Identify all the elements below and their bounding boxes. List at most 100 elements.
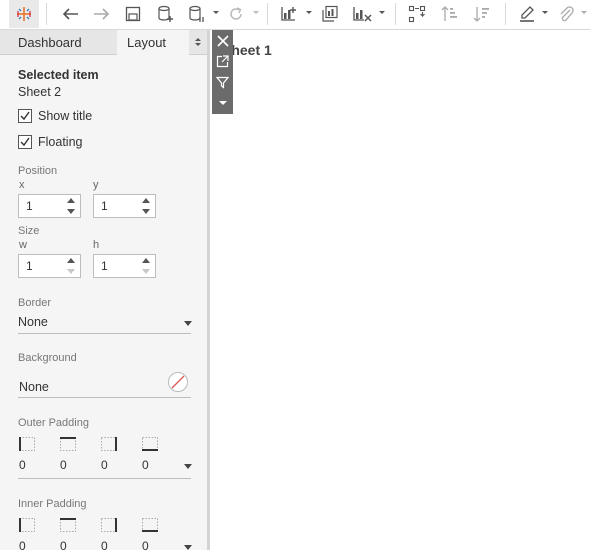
w-increment-icon[interactable] bbox=[62, 255, 80, 266]
pad-right-icon bbox=[101, 518, 117, 532]
chevron-down-icon[interactable] bbox=[378, 8, 386, 16]
h-decrement-icon[interactable] bbox=[137, 266, 155, 277]
floating-checkbox[interactable] bbox=[18, 135, 32, 149]
pad-top-icon bbox=[60, 518, 76, 532]
border-dropdown[interactable]: None bbox=[18, 312, 192, 334]
checkmark-icon bbox=[20, 111, 30, 121]
save-icon[interactable] bbox=[122, 0, 144, 28]
inner-padding-heading: Inner Padding bbox=[18, 498, 87, 510]
pad-left-icon bbox=[19, 518, 35, 532]
size-heading: Size bbox=[18, 225, 40, 237]
background-dropdown[interactable]: None bbox=[18, 367, 191, 398]
remove-from-dashboard-button[interactable] bbox=[212, 31, 233, 51]
go-to-sheet-button[interactable] bbox=[212, 51, 233, 71]
use-as-filter-button[interactable] bbox=[212, 72, 233, 92]
inner-padding-left-value: 0 bbox=[19, 539, 26, 550]
swap-rows-columns-icon[interactable] bbox=[406, 0, 428, 28]
duplicate-sheet-icon[interactable] bbox=[319, 0, 341, 28]
highlight-icon[interactable] bbox=[516, 0, 538, 28]
new-data-source-icon[interactable] bbox=[155, 0, 177, 28]
h-increment-icon[interactable] bbox=[137, 255, 155, 266]
y-label: y bbox=[93, 179, 99, 191]
inner-padding-right-value: 0 bbox=[101, 539, 108, 550]
external-link-icon bbox=[216, 54, 229, 67]
outer-padding-left-value: 0 bbox=[19, 458, 26, 472]
chevron-down-icon[interactable] bbox=[580, 8, 588, 16]
pause-auto-updates-icon[interactable] bbox=[186, 0, 208, 28]
w-value: 1 bbox=[26, 259, 33, 273]
w-decrement-icon[interactable] bbox=[62, 266, 80, 277]
layout-pane: Dashboard Layout Selected item Sheet 2 S… bbox=[0, 30, 210, 550]
outer-padding-heading: Outer Padding bbox=[18, 417, 89, 429]
tab-scroll-icon[interactable] bbox=[189, 30, 207, 55]
chevron-down-icon[interactable] bbox=[184, 545, 192, 550]
sort-descending-icon[interactable] bbox=[471, 0, 493, 28]
border-value: None bbox=[18, 315, 48, 329]
h-label: h bbox=[93, 239, 100, 251]
x-stepper[interactable]: 1 bbox=[18, 194, 81, 218]
tab-layout[interactable]: Layout bbox=[117, 30, 189, 55]
pad-left-icon bbox=[19, 437, 35, 451]
toolbar-separator bbox=[505, 3, 506, 25]
floating-label[interactable]: Floating bbox=[38, 135, 82, 149]
chevron-down-icon[interactable] bbox=[184, 321, 192, 326]
tab-dashboard[interactable]: Dashboard bbox=[0, 30, 117, 55]
chevron-down-icon[interactable] bbox=[305, 8, 313, 16]
inner-padding-dropdown[interactable]: 0 0 0 0 bbox=[18, 515, 192, 550]
inner-padding-top-value: 0 bbox=[60, 539, 67, 550]
outer-padding-top-value: 0 bbox=[60, 458, 67, 472]
chevron-down-icon bbox=[218, 101, 227, 105]
outer-padding-right-value: 0 bbox=[101, 458, 108, 472]
border-heading: Border bbox=[18, 297, 52, 309]
position-heading: Position bbox=[18, 165, 58, 177]
x-decrement-icon[interactable] bbox=[62, 206, 80, 217]
undo-icon[interactable] bbox=[58, 0, 82, 28]
checkmark-icon bbox=[20, 137, 30, 147]
w-stepper[interactable]: 1 bbox=[18, 254, 81, 278]
y-stepper[interactable]: 1 bbox=[93, 194, 156, 218]
new-worksheet-icon[interactable] bbox=[278, 0, 300, 28]
tableau-logo-icon[interactable] bbox=[9, 0, 39, 28]
selected-item-heading: Selected item bbox=[18, 68, 99, 82]
floating-item-toolbar bbox=[212, 30, 233, 114]
y-value: 1 bbox=[101, 199, 108, 213]
outer-padding-bottom-value: 0 bbox=[142, 458, 149, 472]
dashboard-canvas[interactable] bbox=[213, 30, 590, 550]
sort-ascending-icon[interactable] bbox=[439, 0, 461, 28]
more-options-button[interactable] bbox=[212, 93, 233, 113]
selected-item-value: Sheet 2 bbox=[18, 85, 62, 99]
toolbar-separator bbox=[395, 3, 396, 25]
chevron-down-icon[interactable] bbox=[212, 8, 220, 16]
pad-bottom-icon bbox=[142, 437, 158, 451]
clear-sheet-icon[interactable] bbox=[350, 0, 374, 28]
toolbar-separator bbox=[46, 3, 47, 25]
toolbar bbox=[0, 0, 590, 30]
h-value: 1 bbox=[101, 259, 108, 273]
chevron-down-icon[interactable] bbox=[541, 8, 549, 16]
redo-icon[interactable] bbox=[90, 0, 114, 28]
x-increment-icon[interactable] bbox=[62, 195, 80, 206]
x-label: x bbox=[19, 179, 25, 191]
filter-icon bbox=[216, 76, 229, 89]
group-members-icon[interactable] bbox=[555, 0, 577, 28]
close-icon bbox=[216, 35, 229, 47]
pad-bottom-icon bbox=[142, 518, 158, 532]
outer-padding-dropdown[interactable]: 0 0 0 0 bbox=[18, 434, 192, 479]
h-stepper[interactable]: 1 bbox=[93, 254, 156, 278]
y-decrement-icon[interactable] bbox=[137, 206, 155, 217]
background-heading: Background bbox=[18, 352, 77, 364]
background-value: None bbox=[19, 380, 49, 394]
show-title-label[interactable]: Show title bbox=[38, 109, 92, 123]
x-value: 1 bbox=[26, 199, 33, 213]
w-label: w bbox=[19, 239, 27, 251]
inner-padding-bottom-value: 0 bbox=[142, 539, 149, 550]
chevron-down-icon[interactable] bbox=[252, 8, 260, 16]
y-increment-icon[interactable] bbox=[137, 195, 155, 206]
pad-right-icon bbox=[101, 437, 117, 451]
toolbar-separator bbox=[267, 3, 268, 25]
chevron-down-icon[interactable] bbox=[184, 464, 192, 469]
no-color-swatch-icon[interactable] bbox=[167, 371, 189, 393]
pad-top-icon bbox=[60, 437, 76, 451]
refresh-icon[interactable] bbox=[225, 0, 247, 28]
show-title-checkbox[interactable] bbox=[18, 109, 32, 123]
